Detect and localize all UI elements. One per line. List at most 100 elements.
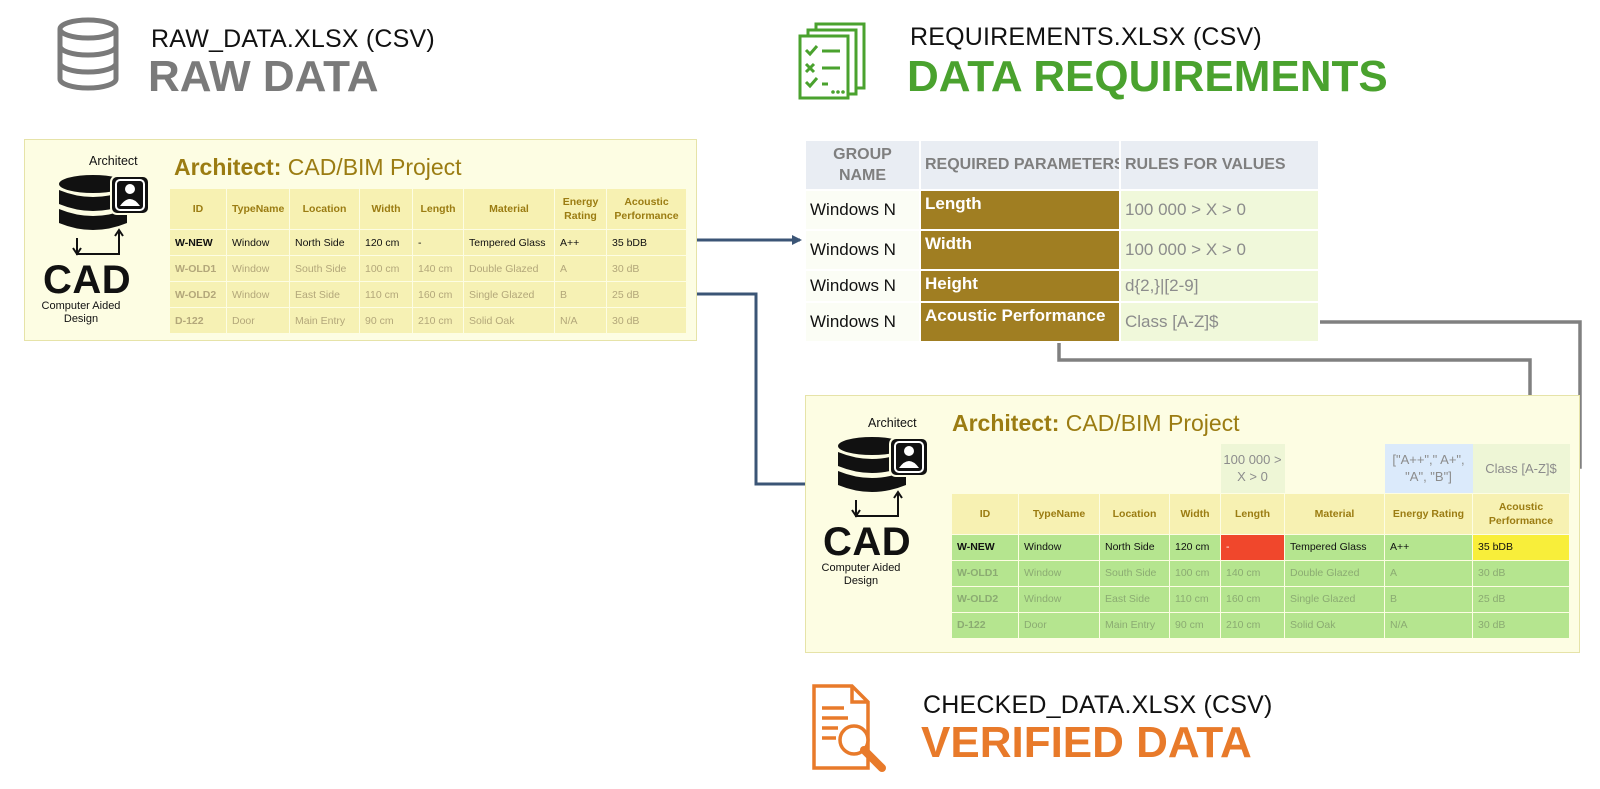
header-typename: TypeName <box>226 188 290 230</box>
header-width: Width <box>1169 492 1221 535</box>
cell-material: Double Glazed <box>1284 559 1385 587</box>
cell-acoustic-performance: 35 bDB <box>1472 533 1570 561</box>
project-title: Architect: CAD/BIM Project <box>952 410 1240 437</box>
cad-label: CAD <box>43 258 132 302</box>
cell-energy-rating: B <box>554 281 607 308</box>
project-title-bold: Architect: <box>952 410 1060 436</box>
requirement-row: Windows N Height d{2,}|[2-9] <box>804 269 1320 303</box>
cell-energy-rating: B <box>1384 585 1473 613</box>
cell-energy-rating: A <box>1384 559 1473 587</box>
cell-id: W-OLD1 <box>169 255 227 282</box>
raw-data-table: ID TypeName Location Width Length Material Ene… <box>169 188 687 334</box>
cell-typename: Window <box>226 281 290 308</box>
cell-length: 140 cm <box>412 255 464 282</box>
requirement-row: Windows N Length 100 000 > X > 0 <box>804 189 1320 231</box>
cell-acoustic-performance: 35 bDB <box>606 229 687 256</box>
requirement-row: Windows N Acoustic Performance Class [A-Z]… <box>804 301 1320 343</box>
header-location: Location <box>289 188 360 230</box>
header-energy-rating: Energy Rating <box>554 188 607 230</box>
header-acoustic-performance: Acoustic Performance <box>606 188 687 230</box>
cell-typename: Door <box>226 307 290 334</box>
cell-id: W-OLD1 <box>951 559 1019 587</box>
table-row: W-OLD2 Window East Side 110 cm 160 cm Single … <box>169 281 687 308</box>
cell-energy-rating: A++ <box>554 229 607 256</box>
cell-length: 160 cm <box>412 281 464 308</box>
cell-typename: Window <box>226 255 290 282</box>
cell-energy-rating: A <box>554 255 607 282</box>
cell-width: 90 cm <box>1169 611 1221 639</box>
verified-data-table: 100 000 > X > 0 ["A++"," A+", "A", "B"] Cl… <box>951 444 1570 639</box>
cell-width: 100 cm <box>1169 559 1221 587</box>
cell-material: Double Glazed <box>463 255 555 282</box>
cell-typename: Window <box>1018 585 1100 613</box>
header-id: ID <box>169 188 227 230</box>
cell-acoustic-performance: 30 dB <box>1472 611 1570 639</box>
cell-material: Solid Oak <box>1284 611 1385 639</box>
table-row: W-NEW Window North Side 120 cm - Tempered Gla… <box>951 533 1570 561</box>
cell-acoustic-performance: 25 dB <box>606 281 687 308</box>
acoustic-rule: Class [A-Z]$ <box>1472 444 1570 493</box>
header-acoustic-performance: Acoustic Performance <box>1472 492 1570 535</box>
energy-rule: ["A++"," A+", "A", "B"] <box>1384 444 1473 493</box>
cell-width: 90 cm <box>359 307 413 334</box>
cell-width: 120 cm <box>359 229 413 256</box>
cell-acoustic-performance: 30 dB <box>606 255 687 282</box>
cell-id: W-OLD2 <box>951 585 1019 613</box>
table-row: W-OLD1 Window South Side 100 cm 140 cm Double… <box>951 559 1570 587</box>
cell-length: - <box>412 229 464 256</box>
cell-width: 110 cm <box>359 281 413 308</box>
cell-location: South Side <box>1099 559 1170 587</box>
cell-energy-rating: N/A <box>554 307 607 334</box>
parameter-cell: Height <box>919 269 1121 303</box>
header-typename: TypeName <box>1018 492 1100 535</box>
cell-id: W-NEW <box>169 229 227 256</box>
group-name-cell: Windows N <box>804 229 921 271</box>
project-title-rest: CAD/BIM Project <box>1059 410 1240 436</box>
cad-subtitle: Computer Aided Design <box>41 300 121 325</box>
table-row: W-NEW Window North Side 120 cm - Tempered Gla… <box>169 229 687 256</box>
rules-spacer <box>1170 444 1221 493</box>
project-title-rest: CAD/BIM Project <box>281 154 462 180</box>
cell-acoustic-performance: 25 dB <box>1472 585 1570 613</box>
header-length: Length <box>412 188 464 230</box>
header-location: Location <box>1099 492 1170 535</box>
table-row: W-OLD2 Window East Side 110 cm 160 cm Single … <box>951 585 1570 613</box>
cell-energy-rating: A++ <box>1384 533 1473 561</box>
cell-location: North Side <box>1099 533 1170 561</box>
database-user-icon <box>59 175 150 256</box>
cell-location: East Side <box>1099 585 1170 613</box>
cell-material: Tempered Glass <box>463 229 555 256</box>
table-row: D-122 Door Main Entry 90 cm 210 cm Solid Oak N… <box>169 307 687 334</box>
cell-id: W-OLD2 <box>169 281 227 308</box>
cell-material: Tempered Glass <box>1284 533 1385 561</box>
cell-typename: Window <box>1018 559 1100 587</box>
header-material: Material <box>1284 492 1385 535</box>
cell-width: 110 cm <box>1169 585 1221 613</box>
cell-energy-rating: N/A <box>1384 611 1473 639</box>
cell-length: 160 cm <box>1220 585 1285 613</box>
rules-spacer <box>952 444 1019 493</box>
rule-cell: 100 000 > X > 0 <box>1119 229 1320 271</box>
requirements-table: GROUP NAME REQUIRED PARAMETERS RULES FOR V… <box>804 139 1320 343</box>
header-material: Material <box>463 188 555 230</box>
cell-length: 210 cm <box>1220 611 1285 639</box>
rules-spacer <box>1285 444 1385 493</box>
cell-location: South Side <box>289 255 360 282</box>
project-title: Architect: CAD/BIM Project <box>174 154 462 181</box>
cell-width: 120 cm <box>1169 533 1221 561</box>
parameter-cell: Length <box>919 189 1121 231</box>
header-width: Width <box>359 188 413 230</box>
cell-length: 210 cm <box>412 307 464 334</box>
rules-spacer <box>1019 444 1100 493</box>
header-length: Length <box>1220 492 1285 535</box>
cell-acoustic-performance: 30 dB <box>1472 559 1570 587</box>
header-energy-rating: Energy Rating <box>1384 492 1473 535</box>
rule-cell: Class [A-Z]$ <box>1119 301 1320 343</box>
group-name-cell: Windows N <box>804 189 921 231</box>
rules-row: 100 000 > X > 0 ["A++"," A+", "A", "B"] Cl… <box>952 444 1570 493</box>
rule-cell: d{2,}|[2-9] <box>1119 269 1320 303</box>
cell-typename: Door <box>1018 611 1100 639</box>
cell-length: 140 cm <box>1220 559 1285 587</box>
architect-label: Architect <box>89 154 138 168</box>
cell-material: Single Glazed <box>463 281 555 308</box>
